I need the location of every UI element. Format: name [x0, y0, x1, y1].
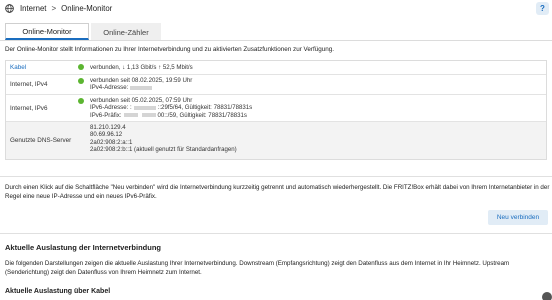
reconnect-button[interactable]: Neu verbinden	[488, 210, 548, 225]
breadcrumb-internet[interactable]: Internet	[20, 4, 46, 13]
tab-online-monitor[interactable]: Online-Monitor	[5, 23, 89, 40]
globe-icon	[5, 4, 14, 13]
tab-divider	[0, 40, 552, 41]
top-bar: Internet > Online-Monitor ?	[0, 0, 552, 17]
load-section-description: Die folgenden Darstellungen zeigen die a…	[5, 260, 510, 276]
ipv6-address-line: IPv6-Adresse: :::29f5/64, Gültigkeit: 78…	[90, 104, 546, 111]
divider	[0, 176, 552, 177]
intro-text: Der Online-Monitor stellt Informationen …	[5, 46, 335, 53]
help-button[interactable]: ?	[536, 2, 549, 15]
dns-value: 81.210.129.4 80.69.96.12 2a02:908:2:a::1…	[90, 122, 546, 159]
status-ok-icon	[78, 78, 84, 84]
tab-bar: Online-Monitor Online-Zähler	[5, 23, 161, 40]
dns-server: 2a02:908:2:a::1	[90, 138, 133, 146]
ipv4-label: Internet, IPv4	[10, 81, 48, 88]
status-row-ipv4: Internet, IPv4 verbunden seit 08.02.2025…	[6, 75, 546, 95]
load-section-title: Aktuelle Auslastung der Internetverbindu…	[5, 243, 161, 252]
kabel-value: verbunden, ↓ 1,13 Gbit/s ↑ 52,5 Mbit/s	[90, 64, 193, 71]
redacted-block	[123, 112, 138, 117]
dns-server: 80.69.96.12	[90, 131, 123, 139]
ipv4-address-label: IPv4-Adresse:	[90, 84, 129, 92]
connection-status-table: Kabel verbunden, ↓ 1,13 Gbit/s ↑ 52,5 Mb…	[5, 60, 547, 160]
ipv6-label: Internet, IPv6	[10, 104, 48, 112]
redacted-block	[141, 112, 156, 117]
breadcrumb-current: Online-Monitor	[61, 4, 113, 13]
status-row-ipv6: Internet, IPv6 verbunden seit 05.02.2025…	[6, 95, 546, 122]
redacted-block	[133, 105, 156, 110]
ipv6-value: verbunden seit 05.02.2025, 07:59 Uhr IPv…	[90, 95, 546, 121]
breadcrumb-separator: >	[51, 4, 57, 13]
kabel-link[interactable]: Kabel	[6, 61, 78, 74]
load-cable-title: Aktuelle Auslastung über Kabel	[5, 288, 111, 295]
ipv6-address-suffix: ::29f5/64, Gültigkeit: 78831/78831s	[157, 104, 253, 112]
reconnect-description: Durch einen Klick auf die Schaltfläche "…	[5, 184, 550, 200]
dns-label: Genutzte DNS-Server	[10, 137, 72, 144]
dns-server: 2a02:908:2:b::1 (aktuell genutzt für Sta…	[90, 145, 237, 153]
status-ok-icon	[78, 64, 84, 70]
ipv6-connected-since: verbunden seit 05.02.2025, 07:59 Uhr	[90, 97, 193, 104]
ipv4-value: verbunden seit 08.02.2025, 19:59 Uhr IPv…	[90, 75, 546, 94]
ipv6-address-label: IPv6-Adresse: :	[90, 104, 132, 112]
divider	[0, 233, 552, 234]
ipv6-prefix-suffix: 00::/59, Gültigkeit: 78831/78831s	[157, 111, 247, 119]
tab-online-zaehler[interactable]: Online-Zähler	[91, 23, 161, 40]
ipv4-address-line: IPv4-Adresse:	[90, 84, 546, 91]
status-ok-icon	[78, 98, 84, 104]
status-row-kabel: Kabel verbunden, ↓ 1,13 Gbit/s ↑ 52,5 Mb…	[6, 61, 546, 75]
ipv4-connected-since: verbunden seit 08.02.2025, 19:59 Uhr	[90, 77, 193, 84]
ipv6-prefix-label: IPv6-Präfix:	[90, 111, 122, 119]
scroll-indicator-icon[interactable]	[542, 292, 552, 300]
redacted-block	[130, 85, 153, 90]
ipv6-prefix-line: IPv6-Präfix: 00::/59, Gültigkeit: 78831/7…	[90, 112, 546, 119]
status-row-dns: Genutzte DNS-Server 81.210.129.4 80.69.9…	[6, 122, 546, 159]
dns-server: 81.210.129.4	[90, 124, 126, 131]
